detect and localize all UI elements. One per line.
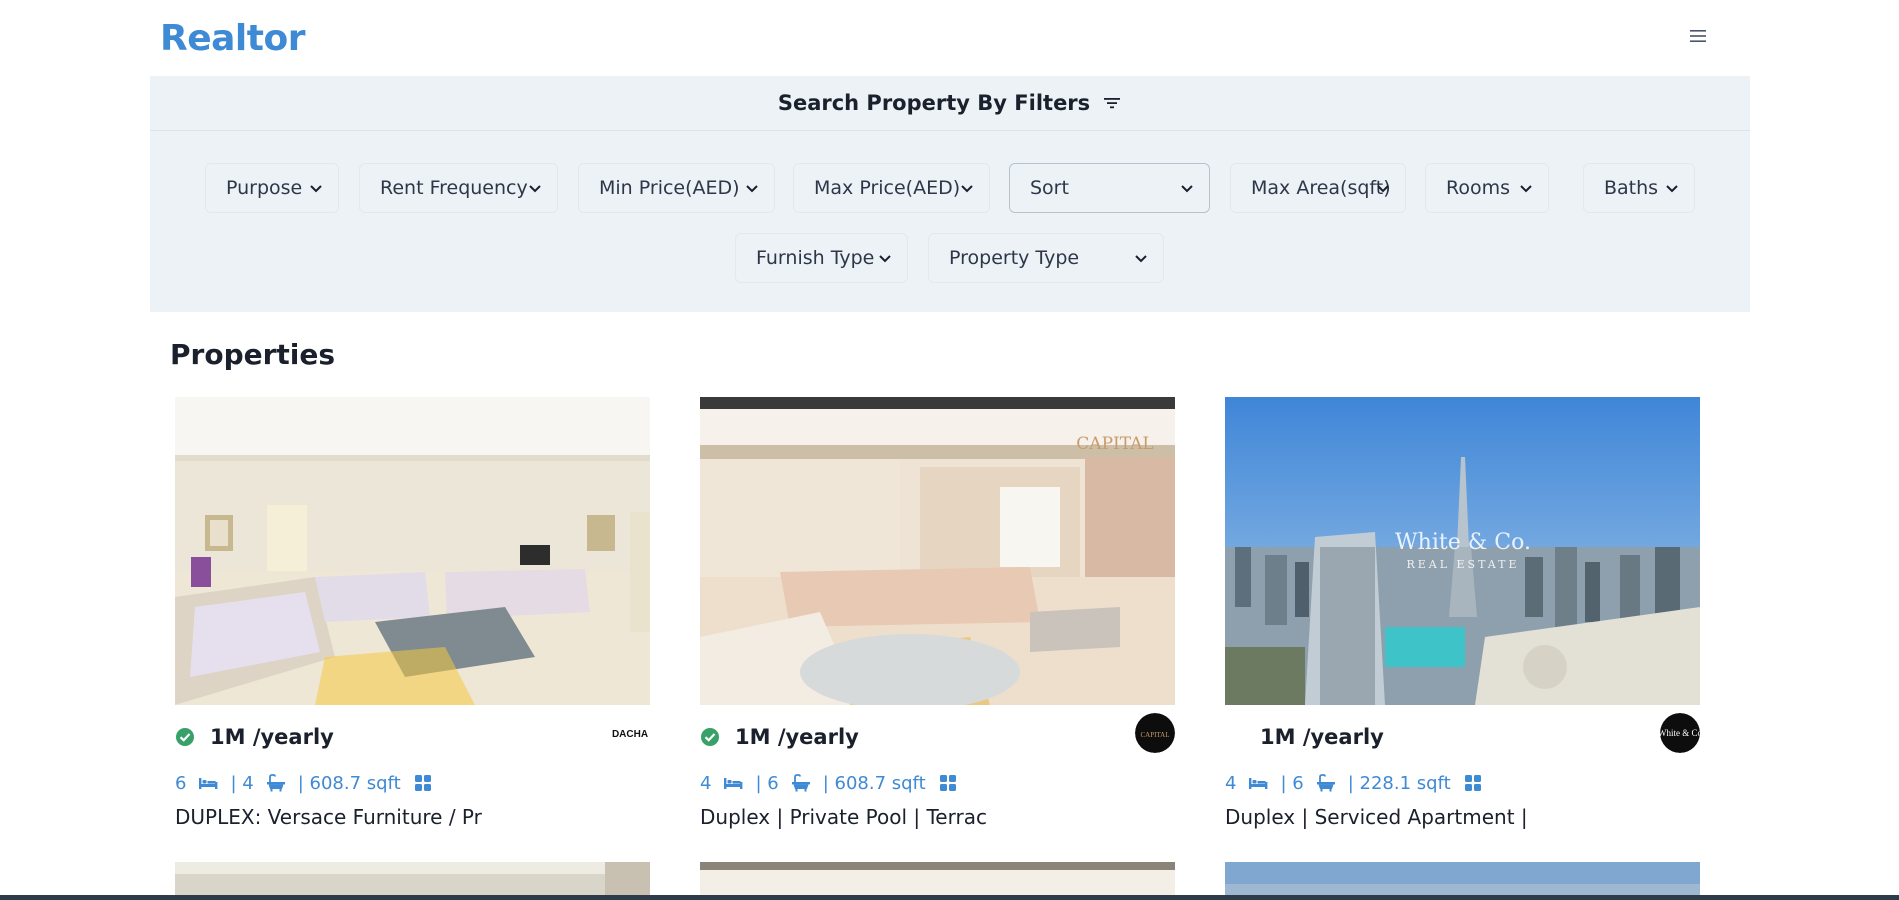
baths-count: | 4 bbox=[230, 772, 254, 794]
property-card[interactable]: White & Co. REAL ESTATE 1M /yearly White… bbox=[1225, 397, 1700, 829]
sort-select[interactable]: Sort bbox=[1009, 163, 1210, 213]
property-price: 1M /yearly bbox=[1260, 725, 1384, 749]
chevron-down-icon bbox=[1377, 185, 1389, 193]
baths-count: | 6 bbox=[755, 772, 779, 794]
price-row: 1M /yearly White & Co bbox=[1225, 713, 1700, 767]
chevron-down-icon bbox=[310, 185, 322, 193]
max-price-select[interactable]: Max Price(AED) bbox=[793, 163, 990, 213]
area-value: | 608.7 sqft bbox=[822, 772, 926, 794]
properties-heading: Properties bbox=[170, 338, 336, 371]
property-type-select-label: Property Type bbox=[949, 247, 1080, 269]
verified-badge-icon bbox=[176, 728, 194, 746]
property-photo[interactable] bbox=[175, 397, 650, 705]
property-title[interactable]: Duplex | Serviced Apartment | bbox=[1225, 805, 1700, 829]
svg-text:White & Co: White & Co bbox=[1660, 728, 1700, 738]
property-stats: 6 | 4 | 608.7 sqft bbox=[175, 771, 445, 795]
property-stats: 4 | 6 | 228.1 sqft bbox=[1225, 771, 1495, 795]
area-value: | 228.1 sqft bbox=[1347, 772, 1451, 794]
filter-header[interactable]: Search Property By Filters bbox=[150, 76, 1750, 131]
chevron-down-icon bbox=[529, 185, 541, 193]
property-stats: 4 | 6 | 608.7 sqft bbox=[700, 771, 970, 795]
property-card[interactable]: CAPITAL 1M /yearly CAPITAL 4 | 6 | 608.7… bbox=[700, 397, 1175, 829]
bed-icon bbox=[198, 773, 218, 793]
chevron-down-icon bbox=[1520, 185, 1532, 193]
bottom-edge-bar bbox=[0, 895, 1899, 900]
property-price: 1M /yearly bbox=[735, 725, 859, 749]
rooms-count: 4 bbox=[700, 772, 712, 794]
grid-icon bbox=[1463, 773, 1483, 793]
hamburger-icon bbox=[1690, 30, 1706, 42]
max-area-select[interactable]: Max Area(sqft) bbox=[1230, 163, 1406, 213]
furnish-type-select[interactable]: Furnish Type bbox=[735, 233, 908, 283]
chevron-down-icon bbox=[1666, 185, 1678, 193]
filter-heading: Search Property By Filters bbox=[777, 91, 1091, 115]
svg-text:REAL ESTATE: REAL ESTATE bbox=[1406, 558, 1519, 571]
property-title[interactable]: Duplex | Private Pool | Terrac bbox=[700, 805, 1175, 829]
rent-frequency-select[interactable]: Rent Frequency bbox=[359, 163, 558, 213]
rooms-count: 4 bbox=[1225, 772, 1237, 794]
svg-text:White & Co.: White & Co. bbox=[1395, 530, 1531, 555]
rooms-count: 6 bbox=[175, 772, 187, 794]
agency-avatar[interactable]: White & Co bbox=[1660, 713, 1700, 753]
verified-badge-icon bbox=[701, 728, 719, 746]
purpose-select[interactable]: Purpose bbox=[205, 163, 339, 213]
svg-text:CAPITAL: CAPITAL bbox=[1076, 434, 1153, 454]
chevron-down-icon bbox=[961, 185, 973, 193]
bed-icon bbox=[723, 773, 743, 793]
max-price-select-label: Max Price(AED) bbox=[814, 177, 961, 199]
menu-button[interactable] bbox=[1686, 24, 1710, 48]
bath-icon bbox=[791, 773, 811, 793]
property-photo[interactable]: CAPITAL bbox=[700, 397, 1175, 705]
chevron-down-icon bbox=[746, 185, 758, 193]
property-card[interactable]: 1M /yearly DACHA 6 | 4 | 608.7 sqft DUPL… bbox=[175, 397, 650, 829]
chevron-down-icon bbox=[879, 255, 891, 263]
sort-select-label: Sort bbox=[1030, 177, 1069, 199]
min-price-select-label: Min Price(AED) bbox=[599, 177, 740, 199]
filter-panel: Search Property By Filters Purpose Rent … bbox=[150, 76, 1750, 312]
min-price-select[interactable]: Min Price(AED) bbox=[578, 163, 775, 213]
top-navbar: Realtor bbox=[160, 0, 1750, 76]
svg-text:CAPITAL: CAPITAL bbox=[1141, 731, 1170, 739]
filter-lines-icon bbox=[1102, 93, 1122, 113]
bath-icon bbox=[266, 773, 286, 793]
area-value: | 608.7 sqft bbox=[297, 772, 401, 794]
grid-icon bbox=[938, 773, 958, 793]
rooms-select[interactable]: Rooms bbox=[1425, 163, 1549, 213]
furnish-type-select-label: Furnish Type bbox=[756, 247, 875, 269]
baths-select[interactable]: Baths bbox=[1583, 163, 1695, 213]
bath-icon bbox=[1316, 773, 1336, 793]
property-title[interactable]: DUPLEX: Versace Furniture / Pr bbox=[175, 805, 650, 829]
chevron-down-icon bbox=[1181, 185, 1193, 193]
baths-select-label: Baths bbox=[1604, 177, 1659, 199]
rooms-select-label: Rooms bbox=[1446, 177, 1511, 199]
price-row: 1M /yearly CAPITAL bbox=[700, 713, 1175, 767]
purpose-select-label: Purpose bbox=[226, 177, 303, 199]
baths-count: | 6 bbox=[1280, 772, 1304, 794]
agency-avatar[interactable]: DACHA bbox=[610, 713, 650, 753]
app-logo[interactable]: Realtor bbox=[160, 18, 305, 59]
agency-avatar[interactable]: CAPITAL bbox=[1135, 713, 1175, 753]
svg-text:DACHA: DACHA bbox=[612, 729, 648, 740]
chevron-down-icon bbox=[1135, 255, 1147, 263]
grid-icon bbox=[413, 773, 433, 793]
property-type-select[interactable]: Property Type bbox=[928, 233, 1164, 283]
property-price: 1M /yearly bbox=[210, 725, 334, 749]
property-photo[interactable]: White & Co. REAL ESTATE bbox=[1225, 397, 1700, 705]
rent-frequency-select-label: Rent Frequency bbox=[380, 177, 528, 199]
max-area-select-label: Max Area(sqft) bbox=[1251, 177, 1391, 199]
price-row: 1M /yearly DACHA bbox=[175, 713, 650, 767]
bed-icon bbox=[1248, 773, 1268, 793]
